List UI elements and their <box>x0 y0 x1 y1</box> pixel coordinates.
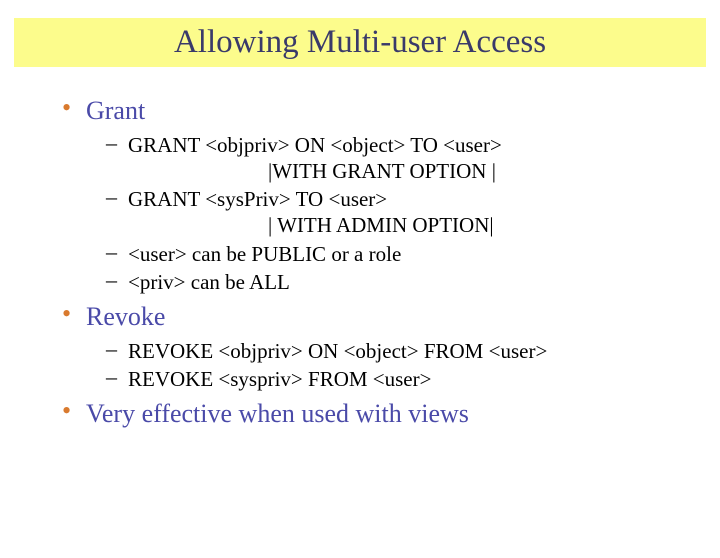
sub-list: REVOKE <objpriv> ON <object> FROM <user>… <box>106 338 680 393</box>
bullet-list: Grant GRANT <objpriv> ON <object> TO <us… <box>58 95 680 431</box>
list-item: <user> can be PUBLIC or a role <box>106 241 680 267</box>
list-item: Grant GRANT <objpriv> ON <object> TO <us… <box>58 95 680 295</box>
sub-label: <user> can be PUBLIC or a role <box>128 242 401 266</box>
list-item: REVOKE <syspriv> FROM <user> <box>106 366 680 392</box>
list-item: Revoke REVOKE <objpriv> ON <object> FROM… <box>58 301 680 392</box>
slide-title: Allowing Multi-user Access <box>174 24 546 60</box>
bullet-label: Very effective when used with views <box>86 399 469 428</box>
list-item: Very effective when used with views <box>58 398 680 431</box>
sub-label-cont: |WITH GRANT OPTION | <box>268 158 680 184</box>
bullet-label: Grant <box>86 96 145 125</box>
sub-list: GRANT <objpriv> ON <object> TO <user> |W… <box>106 132 680 296</box>
title-bar: Allowing Multi-user Access <box>14 18 706 67</box>
sub-label: REVOKE <syspriv> FROM <user> <box>128 367 431 391</box>
list-item: <priv> can be ALL <box>106 269 680 295</box>
slide-content: Grant GRANT <objpriv> ON <object> TO <us… <box>0 67 720 431</box>
bullet-label: Revoke <box>86 302 165 331</box>
sub-label: GRANT <objpriv> ON <object> TO <user> <box>128 133 502 157</box>
list-item: REVOKE <objpriv> ON <object> FROM <user> <box>106 338 680 364</box>
sub-label-cont: | WITH ADMIN OPTION| <box>268 212 680 238</box>
sub-label: <priv> can be ALL <box>128 270 290 294</box>
sub-label: GRANT <sysPriv> TO <user> <box>128 187 387 211</box>
list-item: GRANT <objpriv> ON <object> TO <user> |W… <box>106 132 680 185</box>
sub-label: REVOKE <objpriv> ON <object> FROM <user> <box>128 339 547 363</box>
list-item: GRANT <sysPriv> TO <user> | WITH ADMIN O… <box>106 186 680 239</box>
